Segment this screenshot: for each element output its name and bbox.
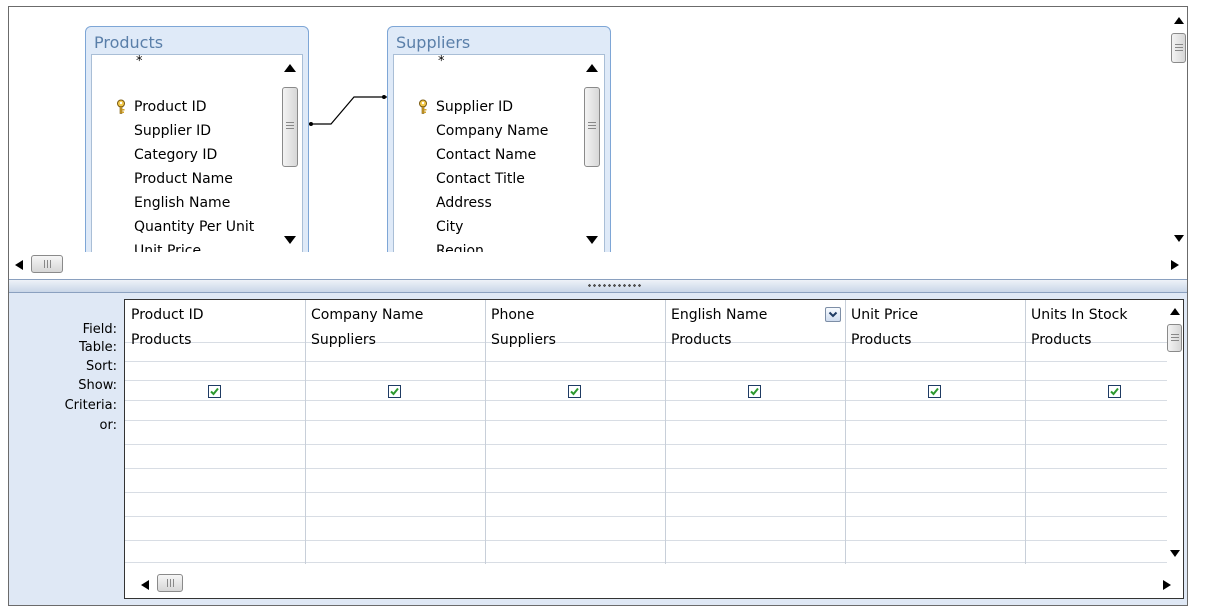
grid-table-cell[interactable]: Products xyxy=(1031,329,1091,351)
grid-table-cell[interactable]: Products xyxy=(671,329,731,351)
field-item-product-id[interactable]: Product ID xyxy=(92,95,272,119)
field-item-all[interactable]: * xyxy=(394,55,574,79)
show-checkbox[interactable] xyxy=(1108,385,1121,398)
field-item-quantity-per-unit[interactable]: Quantity Per Unit xyxy=(92,215,272,239)
grid-field-cell[interactable]: Units In Stock xyxy=(1031,304,1127,326)
field-item-english-name[interactable]: English Name xyxy=(92,191,272,215)
scroll-right-icon[interactable] xyxy=(1171,258,1179,274)
scroll-down-icon[interactable] xyxy=(1171,229,1187,247)
scrollbar-thumb[interactable] xyxy=(1171,33,1186,63)
grid-field-cell[interactable]: English Name xyxy=(671,304,767,326)
checkbox-checked-icon xyxy=(750,387,759,396)
products-field-list[interactable]: Products * Product ID Supplier ID Catego… xyxy=(85,26,309,252)
scroll-up-icon[interactable] xyxy=(280,59,300,77)
grid-field-cell[interactable]: Phone xyxy=(491,304,534,326)
show-checkbox[interactable] xyxy=(568,385,581,398)
checkbox-checked-icon xyxy=(390,387,399,396)
grid-horizontal-scrollbar[interactable] xyxy=(125,570,1183,598)
suppliers-field-list-body: * Supplier ID Company Name Contact Name xyxy=(393,54,605,252)
scroll-up-icon[interactable] xyxy=(1171,11,1187,29)
table-pane-horizontal-scrollbar[interactable] xyxy=(9,253,1187,279)
field-item-region[interactable]: Region xyxy=(394,239,574,252)
products-field-list-body: * Product ID Supplier ID Category ID Pro… xyxy=(91,54,303,252)
row-label-show: Show: xyxy=(78,378,117,393)
scrollbar-thumb[interactable] xyxy=(1167,324,1182,352)
scroll-right-icon[interactable] xyxy=(1163,578,1171,594)
scrollbar-thumb[interactable] xyxy=(157,574,183,592)
checkbox-checked-icon xyxy=(210,387,219,396)
products-field-scrollbar[interactable] xyxy=(280,57,300,252)
field-item-product-name[interactable]: Product Name xyxy=(92,167,272,191)
show-checkbox[interactable] xyxy=(928,385,941,398)
scrollbar-thumb[interactable] xyxy=(31,255,63,273)
field-item-contact-title[interactable]: Contact Title xyxy=(394,167,574,191)
table-canvas: Products * Product ID Supplier ID Catego… xyxy=(9,7,1169,252)
row-label-criteria: Criteria: xyxy=(64,398,117,413)
grid-vertical-scrollbar[interactable] xyxy=(1167,300,1183,564)
products-field-list-title[interactable]: Products xyxy=(94,33,163,52)
scroll-down-icon[interactable] xyxy=(1167,544,1183,562)
row-label-or: or: xyxy=(99,418,117,433)
scroll-up-icon[interactable] xyxy=(582,59,602,77)
grid-field-cell[interactable]: Company Name xyxy=(311,304,423,326)
show-checkbox[interactable] xyxy=(388,385,401,398)
field-item-contact-name[interactable]: Contact Name xyxy=(394,143,574,167)
chevron-down-icon xyxy=(828,311,838,318)
field-item-all[interactable]: * xyxy=(92,55,272,79)
pane-splitter[interactable] xyxy=(9,279,1187,293)
field-item-city[interactable]: City xyxy=(394,215,574,239)
suppliers-field-list[interactable]: Suppliers * Supplier ID Company Name Con… xyxy=(387,26,611,252)
design-grid-pane: Field: Table: Sort: Show: Criteria: or: xyxy=(9,293,1187,605)
field-item-supplier-id[interactable]: Supplier ID xyxy=(92,119,272,143)
suppliers-field-scrollbar[interactable] xyxy=(582,57,602,252)
show-checkbox[interactable] xyxy=(748,385,761,398)
field-item-category-id[interactable]: Category ID xyxy=(92,143,272,167)
scroll-down-icon[interactable] xyxy=(280,231,300,249)
scroll-up-icon[interactable] xyxy=(1167,302,1183,320)
field-dropdown-button[interactable] xyxy=(825,307,841,322)
show-checkbox[interactable] xyxy=(208,385,221,398)
grid-table-cell[interactable]: Products xyxy=(131,329,191,351)
query-design-window: Products * Product ID Supplier ID Catego… xyxy=(8,6,1188,606)
table-pane-vertical-scrollbar[interactable] xyxy=(1171,7,1187,252)
key-icon xyxy=(117,99,125,114)
suppliers-field-list-title[interactable]: Suppliers xyxy=(396,33,470,52)
checkbox-checked-icon xyxy=(930,387,939,396)
grid-field-cell[interactable]: Unit Price xyxy=(851,304,918,326)
grid-table-cell[interactable]: Suppliers xyxy=(311,329,376,351)
checkbox-checked-icon xyxy=(1110,387,1119,396)
scrollbar-thumb[interactable] xyxy=(282,87,298,167)
grid-table-cell[interactable]: Products xyxy=(851,329,911,351)
field-item-supplier-id[interactable]: Supplier ID xyxy=(394,95,574,119)
scroll-down-icon[interactable] xyxy=(582,231,602,249)
checkbox-checked-icon xyxy=(570,387,579,396)
scroll-left-icon[interactable] xyxy=(141,578,149,594)
grid-field-cell[interactable]: Product ID xyxy=(131,304,204,326)
grid-table-cell[interactable]: Suppliers xyxy=(491,329,556,351)
key-icon xyxy=(419,99,427,114)
scrollbar-thumb[interactable] xyxy=(584,87,600,167)
field-item-address[interactable]: Address xyxy=(394,191,574,215)
query-design-grid: Product ID Products Company Name Supplie… xyxy=(124,299,1184,599)
scroll-left-icon[interactable] xyxy=(15,258,23,274)
field-item-unit-price[interactable]: Unit Price xyxy=(92,239,272,252)
field-item-company-name[interactable]: Company Name xyxy=(394,119,574,143)
table-pane: Products * Product ID Supplier ID Catego… xyxy=(9,7,1187,283)
